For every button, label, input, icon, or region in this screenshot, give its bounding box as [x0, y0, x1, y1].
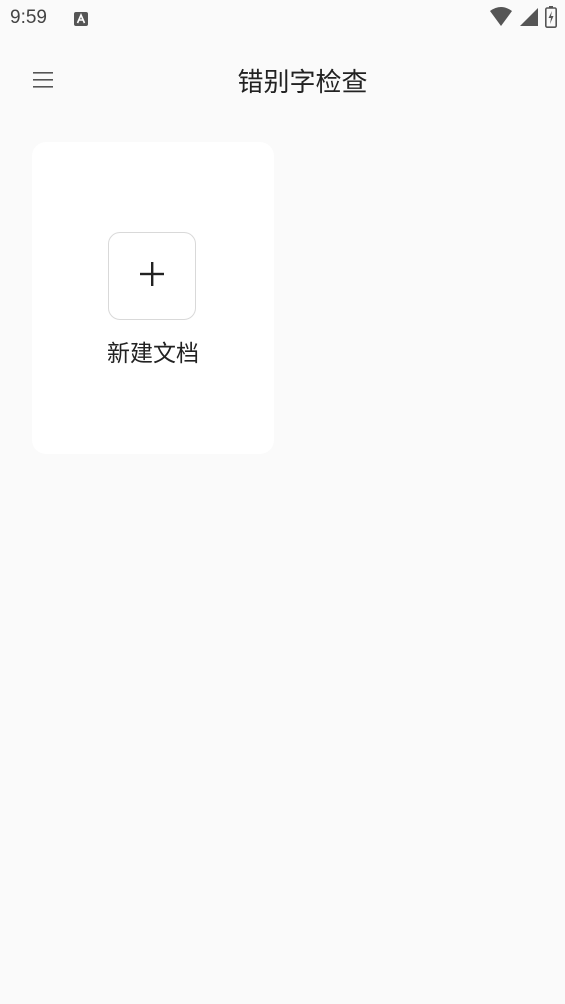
signal-icon	[519, 7, 539, 31]
new-document-label: 新建文档	[107, 341, 199, 367]
plus-icon	[139, 261, 165, 291]
status-bar: 9:59	[0, 0, 565, 38]
status-time: 9:59	[10, 7, 47, 28]
new-document-card[interactable]: 新建文档	[32, 142, 274, 454]
wifi-icon	[489, 7, 513, 31]
status-icons	[489, 6, 557, 32]
battery-charging-icon	[545, 6, 557, 32]
notification-a-icon	[74, 11, 88, 26]
add-document-button[interactable]	[108, 232, 196, 320]
app-bar: 错别字检查	[0, 38, 565, 126]
page-title: 错别字检查	[237, 68, 368, 98]
